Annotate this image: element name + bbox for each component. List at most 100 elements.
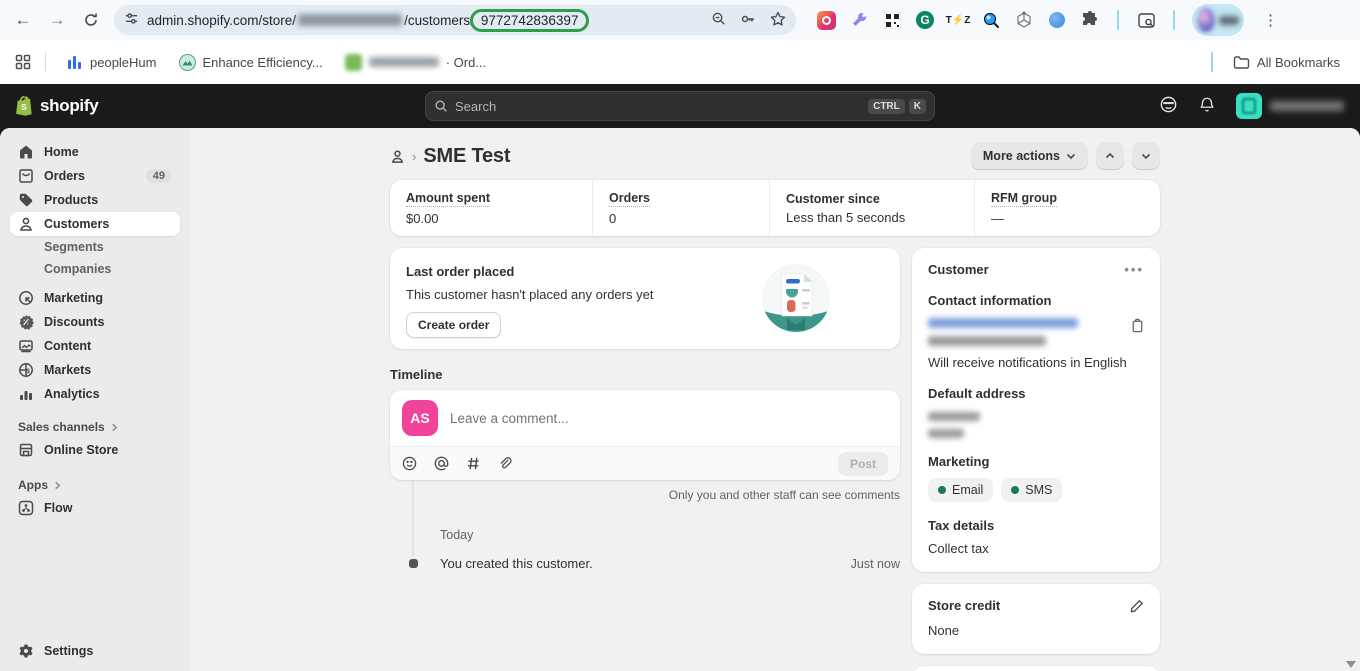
attachment-icon[interactable] bbox=[498, 456, 513, 471]
redacted-email-link[interactable] bbox=[928, 318, 1078, 328]
last-order-title: Last order placed bbox=[406, 264, 515, 279]
sales-channels-group[interactable]: Sales channels bbox=[10, 416, 180, 438]
main-content: › SME Test More actions Amount spent $0.… bbox=[190, 128, 1360, 671]
notifications-bell-icon[interactable] bbox=[1198, 96, 1216, 117]
password-key-icon[interactable] bbox=[740, 11, 756, 30]
sidebar-item-orders[interactable]: Orders 49 bbox=[10, 164, 180, 188]
chevron-up-icon bbox=[1105, 152, 1115, 159]
redacted-phone bbox=[928, 336, 1046, 346]
sidebar-item-segments[interactable]: Segments bbox=[10, 236, 180, 258]
redacted-bookmark-text bbox=[368, 57, 439, 67]
zoom-out-icon[interactable] bbox=[711, 11, 726, 29]
sidebar-item-markets[interactable]: $ Markets bbox=[10, 358, 180, 382]
timeline-visibility-note: Only you and other staff can see comment… bbox=[668, 488, 900, 502]
bookmark-label: peopleHum bbox=[90, 54, 157, 70]
back-icon[interactable]: ← bbox=[8, 5, 38, 35]
post-comment-button[interactable]: Post bbox=[837, 451, 888, 476]
sms-subscribed-badge[interactable]: SMS bbox=[1001, 478, 1063, 502]
side-panel-icon[interactable] bbox=[1136, 10, 1156, 30]
extensions-puzzle-icon[interactable] bbox=[1080, 10, 1100, 30]
sidebar-item-flow[interactable]: Flow bbox=[10, 496, 180, 520]
sidebar-item-content[interactable]: Content bbox=[10, 334, 180, 358]
sidebar-item-online-store[interactable]: Online Store bbox=[10, 438, 180, 462]
tax-details-heading: Tax details bbox=[928, 518, 995, 533]
gear-icon bbox=[19, 644, 33, 658]
create-order-button[interactable]: Create order bbox=[406, 312, 502, 338]
forward-icon[interactable]: → bbox=[42, 5, 72, 35]
globe-extension-icon[interactable] bbox=[1047, 10, 1067, 30]
next-customer-button[interactable] bbox=[1132, 142, 1160, 170]
admin-search-bar[interactable]: Search CTRL K bbox=[425, 91, 935, 121]
previous-customer-button[interactable] bbox=[1096, 142, 1124, 170]
sidebar-item-discounts[interactable]: Discounts bbox=[10, 310, 180, 334]
grammarly-extension-icon[interactable]: G bbox=[915, 10, 935, 30]
browser-menu-icon[interactable]: ⋮ bbox=[1263, 11, 1278, 29]
mountain-icon bbox=[178, 53, 196, 71]
bookmark-star-icon[interactable] bbox=[770, 11, 786, 30]
apps-group[interactable]: Apps bbox=[10, 474, 180, 496]
apps-grid-icon[interactable] bbox=[14, 54, 31, 71]
tz-extension-icon[interactable]: T⚡Z bbox=[946, 10, 971, 30]
folder-icon bbox=[1233, 54, 1250, 71]
sidebar-item-marketing[interactable]: Marketing bbox=[10, 286, 180, 310]
customer-breadcrumb-icon[interactable] bbox=[390, 149, 405, 164]
timeline-event: You created this customer. Just now bbox=[390, 555, 900, 572]
site-info-icon[interactable] bbox=[124, 11, 139, 29]
timeline-heading: Timeline bbox=[390, 367, 443, 382]
peoplehum-icon bbox=[66, 54, 83, 71]
toolbar-separator bbox=[1117, 10, 1119, 30]
bookmark-peoplehum[interactable]: peopleHum bbox=[60, 50, 163, 75]
emoji-icon[interactable] bbox=[402, 456, 417, 471]
store-credit-value: None bbox=[928, 623, 960, 638]
qr-extension-icon[interactable] bbox=[882, 10, 902, 30]
edit-store-credit-icon[interactable] bbox=[1130, 599, 1144, 613]
hashtag-icon[interactable] bbox=[466, 456, 481, 471]
more-actions-button[interactable]: More actions bbox=[970, 142, 1088, 170]
copy-icon[interactable] bbox=[1130, 318, 1144, 333]
sidebar-item-products[interactable]: Products bbox=[10, 188, 180, 212]
all-bookmarks-button[interactable]: All Bookmarks bbox=[1227, 50, 1346, 75]
browser-profile-chip[interactable] bbox=[1192, 4, 1244, 36]
browser-toolbar: ← → admin.shopify.com/store//customers/9… bbox=[0, 0, 1360, 40]
stat-amount-spent: Amount spent $0.00 bbox=[406, 190, 491, 226]
bookmark-store-orders[interactable]: · Ord... bbox=[339, 50, 492, 75]
wrench-extension-icon[interactable] bbox=[849, 10, 869, 30]
sidebar-item-companies[interactable]: Companies bbox=[10, 258, 180, 280]
scroll-down-arrow[interactable] bbox=[1346, 661, 1356, 668]
discount-icon bbox=[19, 315, 34, 330]
inbox-icon[interactable] bbox=[1159, 95, 1178, 117]
customer-card-menu-icon[interactable]: ••• bbox=[1124, 262, 1144, 277]
address-bar[interactable]: admin.shopify.com/store//customers/97727… bbox=[114, 5, 796, 35]
sidebar-item-customers[interactable]: Customers bbox=[10, 212, 180, 236]
status-dot-icon bbox=[938, 486, 946, 494]
store-avatar bbox=[1236, 93, 1262, 119]
sidebar-item-analytics[interactable]: Analytics bbox=[10, 382, 180, 406]
store-account-chip[interactable] bbox=[1236, 93, 1344, 119]
staff-avatar: AS bbox=[402, 400, 438, 436]
camera-extension-icon[interactable] bbox=[816, 10, 836, 30]
stat-rfm-group: RFM group — bbox=[974, 180, 1160, 236]
chevron-down-icon bbox=[1141, 153, 1151, 160]
all-bookmarks-label: All Bookmarks bbox=[1256, 54, 1340, 70]
k-key-badge: K bbox=[908, 98, 926, 114]
chevron-right-icon bbox=[55, 481, 61, 489]
sidebar-item-settings[interactable]: Settings bbox=[10, 639, 180, 663]
tag-icon bbox=[19, 193, 33, 207]
storefront-icon bbox=[19, 443, 33, 457]
bookmark-enhance-efficiency[interactable]: Enhance Efficiency... bbox=[173, 50, 329, 75]
comment-input[interactable] bbox=[450, 410, 888, 426]
email-subscribed-badge[interactable]: Email bbox=[928, 478, 994, 502]
reload-icon[interactable] bbox=[76, 5, 106, 35]
sidebar-item-home[interactable]: Home bbox=[10, 140, 180, 164]
bookmarks-separator bbox=[45, 53, 46, 71]
redacted-address-line bbox=[928, 429, 964, 438]
page-header: › SME Test More actions bbox=[390, 142, 1160, 170]
mention-icon[interactable] bbox=[434, 456, 449, 471]
cube-extension-icon[interactable] bbox=[1014, 10, 1034, 30]
contact-info-heading: Contact information bbox=[928, 293, 1052, 308]
last-order-card: Last order placed This customer hasn't p… bbox=[390, 248, 900, 349]
magnifier-extension-icon[interactable] bbox=[981, 10, 1001, 30]
tags-card: Tags bbox=[912, 666, 1160, 671]
shopify-logo[interactable]: S shopify bbox=[16, 96, 99, 116]
notification-language-text: Will receive notifications in English bbox=[928, 355, 1127, 370]
